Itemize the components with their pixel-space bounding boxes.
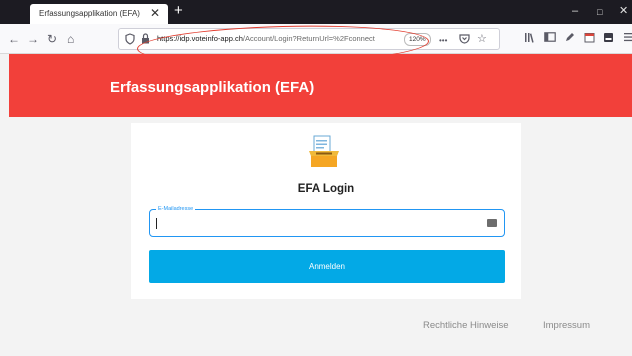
edit-extension-icon[interactable] (564, 32, 575, 47)
email-field-label: E-Mailadresse (156, 205, 196, 213)
back-icon[interactable]: ← (8, 32, 20, 46)
login-card: EFA Login E-Mailadresse Anmelden (131, 123, 521, 299)
app-header: Erfassungsapplikation (EFA) (9, 54, 632, 117)
ballot-box-logo-icon (309, 135, 339, 167)
calendar-extension-icon[interactable] (584, 32, 595, 47)
library-icon[interactable] (524, 32, 536, 47)
text-caret (156, 218, 157, 229)
page-actions-icon[interactable]: ••• (439, 34, 447, 47)
email-field[interactable]: E-Mailadresse (149, 205, 505, 237)
menu-icon[interactable] (624, 32, 632, 46)
imprint-link[interactable]: Impressum (543, 320, 590, 331)
window-close-icon[interactable]: ✕ (619, 4, 628, 18)
browser-tab[interactable]: Erfassungsapplikation (EFA) ✕ (30, 4, 168, 24)
app-title: Erfassungsapplikation (EFA) (110, 79, 315, 96)
sidebar-icon[interactable] (544, 32, 556, 46)
legal-notice-link[interactable]: Rechtliche Hinweise (423, 320, 509, 331)
tab-bar: Erfassungsapplikation (EFA) ✕ + – □ ✕ (0, 0, 632, 24)
reload-icon[interactable]: ↻ (47, 32, 57, 46)
home-icon[interactable]: ⌂ (67, 32, 74, 46)
login-button[interactable]: Anmelden (149, 250, 505, 283)
maximize-icon[interactable]: □ (597, 5, 602, 19)
login-title: EFA Login (297, 183, 355, 195)
minimize-icon[interactable]: – (572, 4, 578, 18)
tracking-shield-icon[interactable] (125, 33, 135, 49)
pocket-icon[interactable] (459, 33, 470, 48)
tab-close-icon[interactable]: ✕ (150, 6, 160, 20)
forward-icon[interactable]: → (27, 32, 39, 46)
addon-extension-icon[interactable] (603, 32, 614, 47)
new-tab-icon[interactable]: + (174, 2, 183, 20)
autofill-card-icon[interactable] (487, 219, 497, 227)
tab-title: Erfassungsapplikation (EFA) (39, 9, 140, 18)
bookmark-star-icon[interactable]: ☆ (477, 33, 487, 46)
browser-window: Erfassungsapplikation (EFA) ✕ + – □ ✕ ← … (0, 0, 632, 356)
